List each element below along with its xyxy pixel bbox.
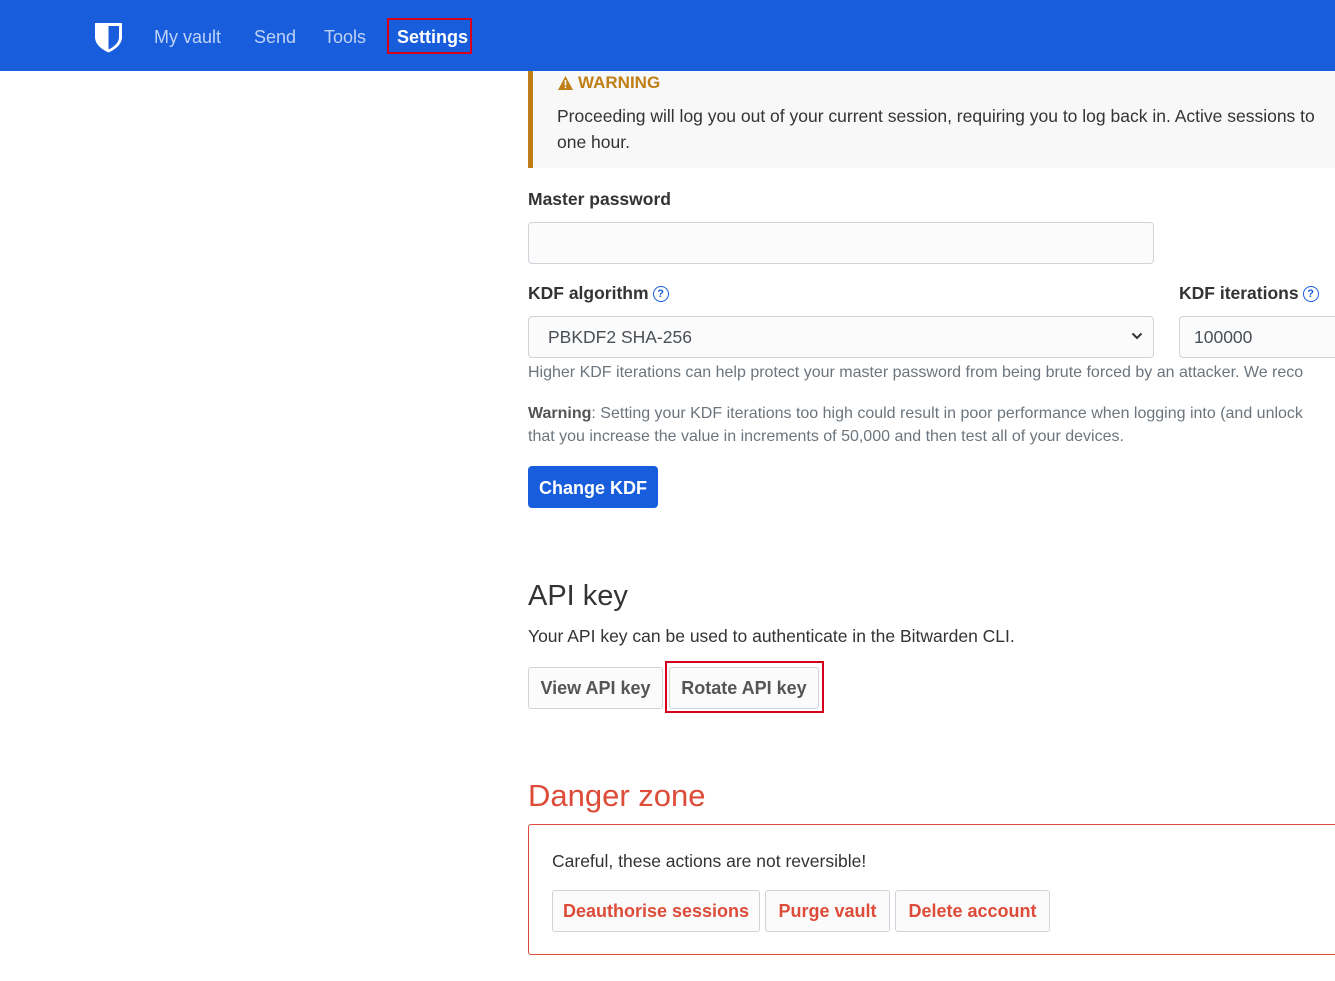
warning-callout: WARNING Proceeding will log you out of y…: [528, 71, 1335, 168]
master-password-input[interactable]: [528, 222, 1154, 264]
warning-triangle-icon: [558, 76, 573, 90]
top-navbar: My vault Send Tools Settings: [0, 0, 1335, 71]
kdf-algorithm-select[interactable]: PBKDF2 SHA-256: [528, 316, 1154, 358]
warning-text: Proceeding will log you out of your curr…: [557, 106, 1315, 152]
kdf-iterations-help-icon[interactable]: ?: [1302, 285, 1319, 302]
warning-title-text: WARNING: [578, 73, 661, 92]
nav-tools[interactable]: Tools: [324, 24, 366, 50]
danger-zone-text: Careful, these actions are not reversibl…: [552, 851, 867, 871]
page: My vault Send Tools Settings WARNING Pro…: [0, 0, 1335, 981]
kdf-warning-line-1: Warning: Setting your KDF iterations too…: [528, 402, 1303, 425]
kdf-algorithm-help-icon[interactable]: ?: [652, 285, 669, 302]
chevron-down-icon: [1131, 332, 1143, 340]
kdf-warning-text-1: : Setting your KDF iterations too high c…: [591, 405, 1303, 422]
kdf-warning-line-2: that you increase the value in increment…: [528, 428, 1124, 445]
kdf-iterations-label: KDF iterations ?: [1179, 283, 1319, 304]
bitwarden-shield-icon[interactable]: [94, 22, 123, 53]
master-password-label: Master password: [528, 189, 671, 209]
deauthorise-sessions-button[interactable]: Deauthorise sessions: [552, 890, 760, 932]
warning-title: WARNING: [557, 73, 660, 93]
delete-account-button[interactable]: Delete account: [895, 890, 1050, 932]
rotate-api-key-highlight-box: [665, 661, 824, 713]
view-api-key-button[interactable]: View API key: [528, 667, 663, 709]
kdf-algorithm-label: KDF algorithm ?: [528, 283, 669, 304]
purge-vault-button[interactable]: Purge vault: [765, 890, 890, 932]
kdf-iterations-label-text: KDF iterations: [1179, 283, 1299, 303]
api-key-description: Your API key can be used to authenticate…: [528, 626, 1015, 646]
kdf-help-text: Higher KDF iterations can help protect y…: [528, 364, 1304, 381]
danger-zone-box: Careful, these actions are not reversibl…: [528, 824, 1335, 955]
api-key-heading: API key: [528, 580, 628, 612]
settings-highlight-box: [387, 18, 472, 54]
kdf-algorithm-label-text: KDF algorithm: [528, 283, 649, 303]
kdf-algorithm-value: PBKDF2 SHA-256: [548, 327, 692, 347]
nav-send[interactable]: Send: [254, 24, 296, 50]
nav-my-vault[interactable]: My vault: [154, 24, 221, 50]
kdf-iterations-input[interactable]: [1179, 316, 1335, 358]
change-kdf-button[interactable]: Change KDF: [528, 466, 658, 508]
danger-zone-heading: Danger zone: [528, 778, 706, 813]
kdf-warning-label: Warning: [528, 405, 592, 422]
